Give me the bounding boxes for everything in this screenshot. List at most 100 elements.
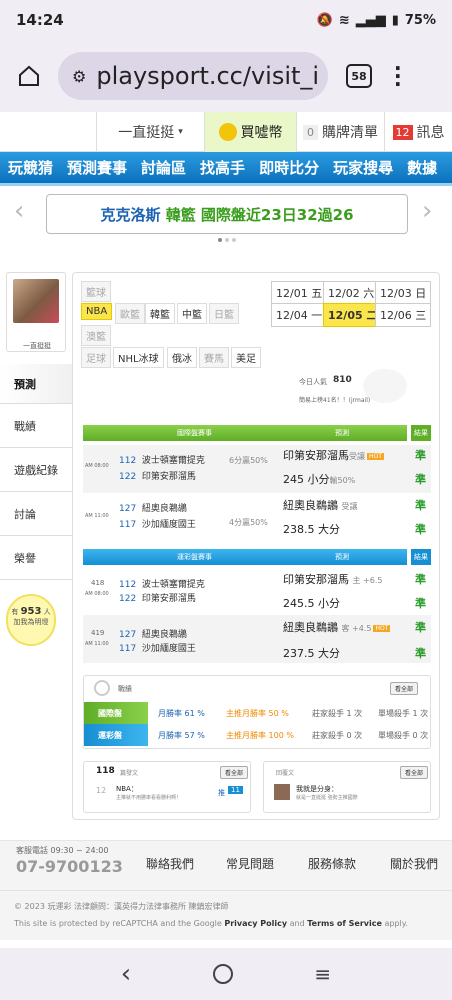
date-button[interactable]: 12/04 一 [271,303,328,327]
nav-item[interactable]: 數據 [407,157,437,178]
footer-link[interactable]: 服務條款 [308,855,356,872]
league-euro[interactable]: 歐籃 [115,303,145,324]
posts-view-all-button[interactable]: 看全部 [220,766,249,779]
battery-level: 75% [404,12,436,28]
home-circle-icon[interactable] [212,964,233,984]
wifi-icon: ≋ [338,12,350,28]
reply-avatar [274,784,290,800]
chevron-right-icon[interactable]: › [422,196,432,226]
league-russia-hockey[interactable]: 俄冰 [167,347,197,368]
date-button-selected[interactable]: 12/05 二 [323,303,383,327]
avatar [13,279,59,323]
chevron-down-icon: ▾ [178,127,183,137]
replies-view-all-button[interactable]: 看全部 [400,766,429,779]
nav-item[interactable]: 預測賽事 [67,157,127,178]
fire-badge: HOT [373,624,391,632]
result-badge: 準 [415,523,426,536]
profile-name: 一直挺挺 [23,342,51,350]
footer-link[interactable]: 常見問題 [226,855,274,872]
league-basketball[interactable]: 籃球 [81,281,111,302]
footer-link[interactable]: 聯絡我們 [146,855,194,872]
league-nfl[interactable]: 美足 [231,347,261,368]
nav-item[interactable]: 即時比分 [259,157,319,178]
chevron-left-icon[interactable]: ‹ [14,196,24,226]
promo-banner[interactable]: 克克洛斯 韓籃 國際盤近23日32過26 [46,194,408,234]
nav-item[interactable]: 找高手 [200,157,245,178]
signal-icon: ▂▄▆ [355,12,386,28]
popularity-value: 810 [333,375,352,385]
cart-button[interactable]: 0 購牌清單 [296,112,384,152]
tab-switcher-button[interactable]: 58 [346,64,372,88]
predict-panel: 籃球 NBA 歐籃 韓籃 中籃 日籃 澳籃 足球 NHL冰球 俄冰 賽馬 美足 … [72,272,440,820]
buy-coins-button[interactable]: 買噓幣 [204,112,296,152]
nav-item[interactable]: 討論區 [141,157,186,178]
status-icons: 🔕 ≋ ▂▄▆ ▮ 75% [317,13,436,28]
home-icon[interactable] [14,61,44,91]
side-tab-honor[interactable]: 榮譽 [0,536,72,580]
profile-card[interactable]: 一直挺挺 [6,272,66,352]
fan-lightbulb[interactable]: 有 953 人 加我為明燈 [6,594,56,646]
lottery-header: 運彩盤賽事 預測 [83,549,407,565]
side-tab-record[interactable]: 戰績 [0,404,72,448]
league-nba[interactable]: NBA [81,303,113,320]
popularity-label: 今日人氣 [299,378,327,386]
tag-lottery: 運彩盤 [84,724,148,746]
replies-box: 回覆文 看全部 我就是分身： 就是一直挺挺 強勢主推國際 [263,761,431,813]
site-settings-icon[interactable]: ⚙ [72,67,86,86]
user-menu[interactable]: 一直挺挺 ▾ [96,112,204,152]
reply-title[interactable]: 我就是分身： [296,784,338,794]
result-badge: 準 [415,647,426,660]
date-button[interactable]: 12/06 三 [375,303,432,327]
privacy-policy-link[interactable]: Privacy Policy [224,919,287,928]
side-tab-discuss[interactable]: 討論 [0,492,72,536]
record-view-all-button[interactable]: 看全部 [390,682,419,695]
side-tab-predict[interactable]: 預測 [0,364,72,404]
terms-link[interactable]: Terms of Service [307,919,382,928]
result-badge: 準 [415,621,426,634]
messages-button[interactable]: 12 訊息 [384,112,452,152]
league-aus[interactable]: 澳籃 [81,325,111,346]
site-header: 一直挺挺 ▾ 買噓幣 0 購牌清單 12 訊息 [0,112,452,152]
result-badge: 準 [415,499,426,512]
fan-count: 953 [20,606,42,617]
league-nhl[interactable]: NHL冰球 [113,347,164,368]
url-text: playsport.cc/visit_i [96,62,320,90]
carousel-dots [218,238,236,242]
cart-count: 0 [303,124,318,140]
date-button[interactable]: 12/01 五 [271,281,328,305]
clock: 14:24 [16,11,64,29]
date-button[interactable]: 12/02 六 [323,281,380,305]
post-title[interactable]: NBA： [116,784,138,794]
more-menu-icon[interactable]: · · · [394,58,402,94]
decor-icon [363,369,407,403]
back-icon[interactable]: ‹ [121,959,131,989]
footer-link[interactable]: 關於我們 [390,855,438,872]
result-badge: 準 [415,449,426,462]
main-nav: 玩競猜 預測賽事 討論區 找高手 即時比分 玩家搜尋 數據 [0,152,452,186]
coin-icon [218,123,237,141]
date-button[interactable]: 12/03 日 [375,281,432,305]
url-field[interactable]: ⚙ playsport.cc/visit_i [58,52,328,100]
league-japan[interactable]: 日籃 [209,303,239,324]
record-box: 戰績 看全部 國際盤 月勝率 61 % 主推月勝率 50 % 莊家殺手 1 次 … [83,675,431,749]
browser-toolbar: ⚙ playsport.cc/visit_i 58 · · · [0,40,452,112]
league-horse[interactable]: 賽馬 [199,347,229,368]
record-icon [94,680,110,696]
side-tab-games[interactable]: 遊戲紀錄 [0,448,72,492]
tag-intl: 國際盤 [84,702,148,724]
result-badge: 準 [415,473,426,486]
nav-item[interactable]: 玩競猜 [8,157,53,178]
mute-icon: 🔕 [316,12,333,28]
status-bar: 14:24 🔕 ≋ ▂▄▆ ▮ 75% [0,0,452,40]
nav-item[interactable]: 玩家搜尋 [333,157,393,178]
message-count: 12 [392,124,413,140]
intl-header: 國際盤賽事 預測 [83,425,407,441]
result-badge: 準 [415,597,426,610]
fire-badge: HOT [367,452,384,460]
footer-legal: © 2023 玩運彩 法律顧問：漢英得力法律事務所 陳鎮宏律師 This sit… [0,890,452,940]
phone-number[interactable]: 07-9700123 [16,857,123,876]
recents-icon[interactable]: ≡ [314,962,331,986]
league-china[interactable]: 中籃 [177,303,207,324]
league-football[interactable]: 足球 [81,347,111,368]
league-korea[interactable]: 韓籃 [145,303,175,324]
